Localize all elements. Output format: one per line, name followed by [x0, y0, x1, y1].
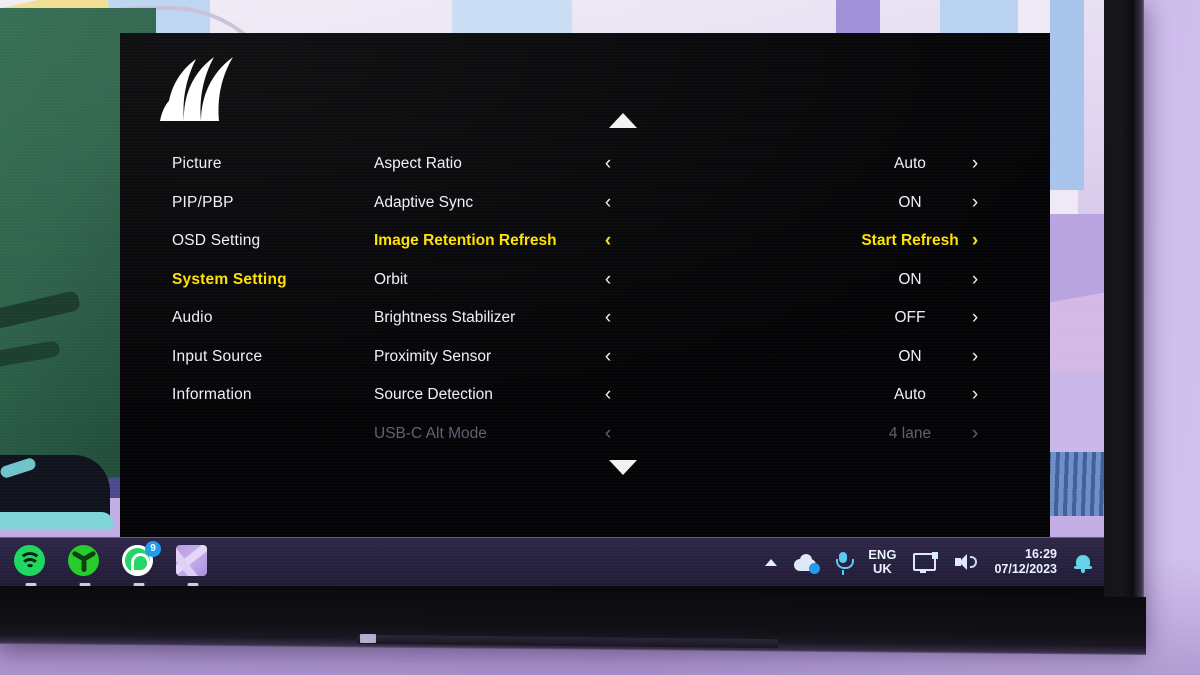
chevron-right-icon[interactable]: › [965, 299, 985, 338]
chevron-left-icon[interactable]: ‹ [598, 261, 618, 300]
affinity-icon [176, 545, 207, 576]
microphone-stem [842, 570, 845, 575]
chevron-right-icon[interactable]: › [965, 261, 985, 300]
app-running-indicator [133, 583, 145, 586]
taskbar-app-affinity-photo[interactable] [176, 545, 210, 586]
microphone-icon[interactable] [835, 552, 855, 575]
setting-row-brightness-stabilizer[interactable]: Brightness Stabilizer ‹ OFF › [120, 299, 1050, 338]
setting-value: Start Refresh [861, 232, 959, 249]
setting-value: ON [898, 347, 922, 365]
monitor-bezel-right [1104, 0, 1144, 646]
chevron-left-icon[interactable]: ‹ [598, 222, 618, 261]
chevron-right-icon[interactable]: › [965, 184, 985, 223]
onedrive-cloud-icon[interactable] [794, 553, 821, 574]
setting-value: OFF [894, 309, 926, 326]
setting-value: ON [898, 193, 922, 211]
app-running-indicator [79, 583, 91, 586]
screenshot-root: Picture PIP/PBP OSD Setting System Setti… [0, 0, 1200, 675]
setting-value: 4 lane [888, 424, 932, 442]
taskbar-app-fan-control[interactable] [68, 545, 102, 586]
setting-row-proximity-sensor[interactable]: Proximity Sensor ‹ ON › [120, 338, 1050, 377]
setting-label: Orbit [374, 270, 408, 288]
setting-row-image-retention-refresh[interactable]: Image Retention Refresh ‹ Start Refresh … [120, 222, 1050, 261]
windows-taskbar: 9 ENG UK 16:29 07/12/2023 [0, 537, 1106, 586]
setting-label: Brightness Stabilizer [374, 309, 516, 326]
language-primary: ENG [868, 547, 897, 562]
setting-label: Proximity Sensor [374, 347, 492, 365]
bell-clapper [1081, 568, 1085, 573]
monitor-foot-tab [360, 634, 376, 643]
monitor-screen: Picture PIP/PBP OSD Setting System Setti… [0, 0, 1106, 586]
chevron-left-icon[interactable]: ‹ [598, 299, 618, 338]
corsair-sails-logo [156, 55, 246, 127]
setting-row-aspect-ratio[interactable]: Aspect Ratio ‹ Auto › [120, 145, 1050, 184]
osd-menu-panel: Picture PIP/PBP OSD Setting System Setti… [120, 33, 1050, 537]
setting-value: Auto [894, 386, 926, 403]
setting-value: ON [898, 270, 922, 288]
chevron-up-icon[interactable] [765, 558, 778, 566]
volume-wave [970, 556, 978, 568]
bell-icon[interactable] [1074, 553, 1092, 573]
cloud-status-dot [809, 562, 821, 574]
display-icon[interactable] [913, 552, 939, 573]
setting-label: Adaptive Sync [374, 193, 474, 211]
triangle-up-icon[interactable] [609, 113, 637, 128]
chevron-left-icon[interactable]: ‹ [598, 145, 618, 184]
setting-row-source-detection[interactable]: Source Detection ‹ Auto › [120, 376, 1050, 415]
chevron-right-icon[interactable]: › [965, 338, 985, 377]
chevron-right-icon[interactable]: › [965, 145, 985, 184]
triangle-down-icon[interactable] [609, 460, 637, 475]
chevron-right-icon[interactable]: › [965, 376, 985, 415]
setting-row-orbit[interactable]: Orbit ‹ ON › [120, 261, 1050, 300]
clock-date: 07/12/2023 [994, 562, 1057, 576]
taskbar-system-tray: ENG UK 16:29 07/12/2023 [765, 547, 1106, 577]
setting-label: Aspect Ratio [374, 155, 462, 172]
chevron-left-icon: ‹ [604, 422, 612, 444]
clock-time: 16:29 [1025, 547, 1057, 561]
setting-label: Image Retention Refresh [374, 232, 557, 249]
display-chip [932, 552, 939, 559]
chevron-right-icon[interactable]: › [965, 222, 985, 261]
setting-row-usb-c-alt-mode: USB-C Alt Mode ‹ 4 lane › [120, 415, 1050, 454]
setting-value: Auto [894, 155, 926, 172]
setting-row-adaptive-sync[interactable]: Adaptive Sync ‹ ON › [120, 184, 1050, 223]
setting-label: USB-C Alt Mode [374, 424, 487, 442]
osd-settings-list: Aspect Ratio ‹ Auto › Adaptive Sync ‹ ON… [120, 145, 1050, 453]
setting-label: Source Detection [374, 386, 493, 403]
language-secondary: UK [872, 561, 892, 576]
taskbar-app-list: 9 [0, 541, 210, 586]
chevron-right-icon: › [971, 422, 979, 444]
app-running-indicator [187, 583, 199, 586]
chevron-left-icon[interactable]: ‹ [598, 338, 618, 377]
volume-icon[interactable] [955, 553, 978, 571]
language-indicator[interactable]: ENG UK [868, 548, 896, 576]
whatsapp-unread-badge: 9 [145, 541, 161, 557]
chevron-left-icon[interactable]: ‹ [598, 184, 618, 223]
spotify-icon [14, 545, 45, 576]
taskbar-app-whatsapp[interactable]: 9 [122, 541, 161, 586]
chevron-left-icon[interactable]: ‹ [598, 376, 618, 415]
taskbar-app-spotify[interactable] [14, 545, 48, 586]
fan-icon [68, 545, 99, 576]
taskbar-clock[interactable]: 16:29 07/12/2023 [994, 547, 1057, 577]
